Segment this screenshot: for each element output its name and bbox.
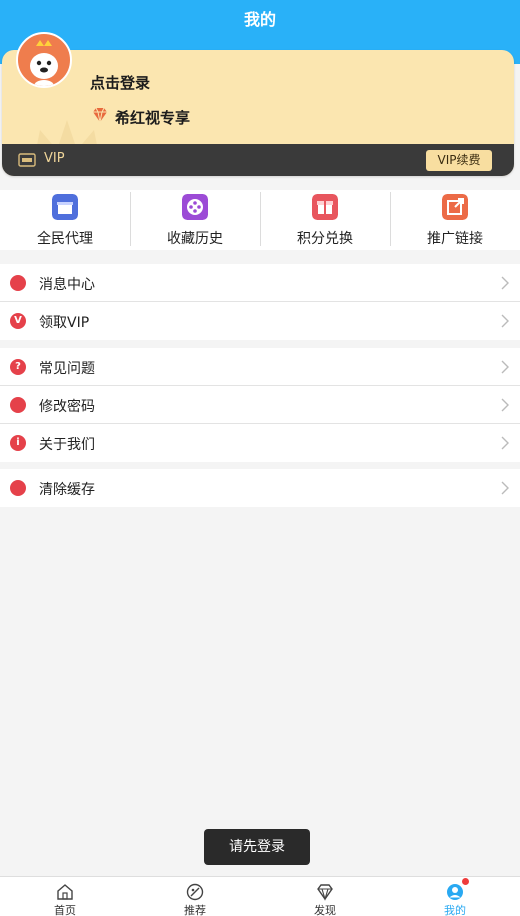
page-title: 我的 — [243, 10, 276, 29]
menu-item-label: 消息中心 — [39, 277, 95, 293]
tab-mine[interactable]: 我的 — [390, 877, 520, 916]
tab-label: 推荐 — [184, 904, 206, 916]
menu-item-clear-cache[interactable]: 清除缓存 — [0, 469, 520, 507]
film-reel-icon — [182, 194, 208, 220]
key-icon — [10, 397, 26, 413]
vip-renew-button[interactable]: VIP续费 — [426, 150, 492, 171]
notification-dot — [462, 878, 469, 885]
tab-label: 首页 — [54, 904, 76, 916]
gift-icon — [312, 194, 338, 220]
login-prompt[interactable]: 点击登录 — [90, 72, 150, 93]
quick-action-label: 全民代理 — [37, 231, 93, 247]
chevron-right-icon — [501, 314, 509, 328]
tab-home[interactable]: 首页 — [0, 877, 130, 916]
gem-icon — [93, 107, 107, 123]
chevron-right-icon — [501, 436, 509, 450]
menu-group-2: ? 常见问题 修改密码 i 关于我们 — [0, 348, 520, 462]
quick-action-promo[interactable]: 推广链接 — [390, 190, 520, 250]
clear-cache-icon — [10, 480, 26, 496]
menu-item-label: 清除缓存 — [39, 482, 95, 498]
recommend-icon — [186, 883, 204, 901]
avatar[interactable] — [16, 32, 72, 88]
menu-item-faq[interactable]: ? 常见问题 — [0, 348, 520, 386]
menu-item-label: 常见问题 — [39, 361, 95, 377]
chevron-right-icon — [501, 360, 509, 374]
profile-card[interactable]: 点击登录 希红视专享 VIP VIP续费 — [2, 50, 514, 176]
quick-action-label: 收藏历史 — [167, 231, 223, 247]
menu-item-claim-vip[interactable]: V 领取VIP — [0, 302, 520, 340]
chevron-right-icon — [501, 276, 509, 290]
menu-item-about[interactable]: i 关于我们 — [0, 424, 520, 462]
share-link-icon — [442, 194, 468, 220]
vip-bar: VIP VIP续费 — [2, 144, 514, 176]
menu-item-label: 领取VIP — [39, 315, 90, 331]
menu-item-label: 修改密码 — [39, 399, 95, 415]
menu-item-label: 关于我们 — [39, 437, 95, 453]
vip-icon: V — [10, 313, 26, 329]
menu-item-messages[interactable]: 消息中心 — [0, 264, 520, 302]
quick-action-history[interactable]: 收藏历史 — [130, 190, 260, 250]
tab-label: 发现 — [314, 904, 336, 916]
menu-group-1: 消息中心 V 领取VIP — [0, 264, 520, 340]
tab-recommend[interactable]: 推荐 — [130, 877, 260, 916]
info-icon: i — [10, 435, 26, 451]
menu-group-3: 清除缓存 — [0, 469, 520, 507]
menu-item-change-password[interactable]: 修改密码 — [0, 386, 520, 424]
quick-action-points[interactable]: 积分兑换 — [260, 190, 390, 250]
chevron-right-icon — [501, 481, 509, 495]
bottom-tab-bar: 首页 推荐 发现 我的 — [0, 876, 520, 916]
tab-label: 我的 — [444, 904, 466, 916]
vip-card-icon — [18, 153, 36, 167]
message-icon — [10, 275, 26, 291]
quick-action-agent[interactable]: 全民代理 — [0, 190, 130, 250]
chevron-right-icon — [501, 398, 509, 412]
store-icon — [52, 194, 78, 220]
vip-exclusive-label: 希红视专享 — [115, 109, 191, 127]
user-icon — [447, 884, 463, 900]
toast-message: 请先登录 — [204, 829, 310, 865]
quick-action-label: 推广链接 — [427, 231, 483, 247]
quick-action-label: 积分兑换 — [297, 231, 353, 247]
tab-discover[interactable]: 发现 — [260, 877, 390, 916]
quick-actions: 全民代理 收藏历史 积分兑换 推广链接 — [0, 190, 520, 250]
home-icon — [57, 884, 73, 900]
diamond-icon — [317, 884, 333, 901]
vip-status-label: VIP — [44, 151, 65, 166]
question-icon: ? — [10, 359, 26, 375]
